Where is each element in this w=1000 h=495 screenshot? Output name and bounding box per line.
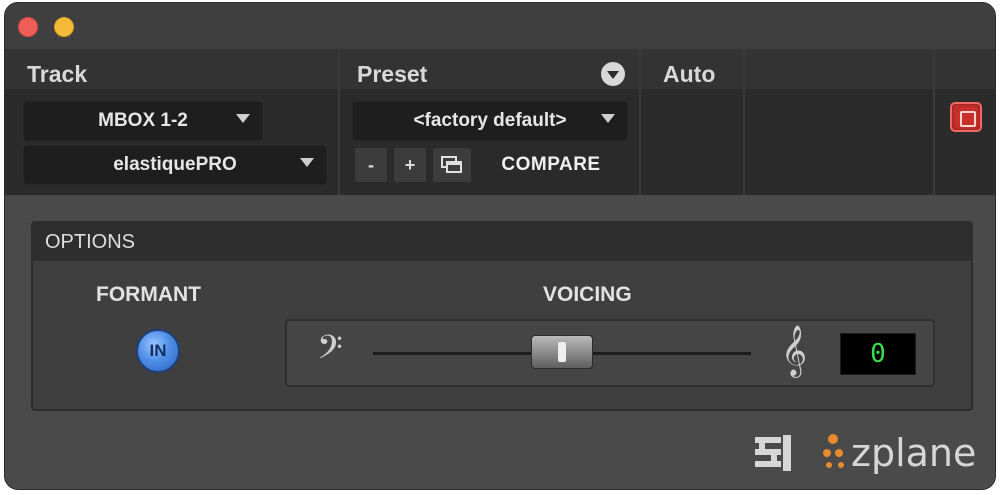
voicing-value: 0 [870,339,886,369]
algorithm-dropdown[interactable]: elastiquePRO [23,145,327,185]
bass-clef-icon: 𝄢 [317,329,343,375]
column-divider [743,49,745,195]
zplane-brand-text: zplane [851,431,977,475]
dropdown-arrow-icon [601,114,615,123]
preset-minus-label: - [368,154,374,175]
voicing-control: 𝄢 𝄞 0 [285,319,935,387]
voicing-slider-thumb[interactable] [531,335,593,369]
close-window-button[interactable] [18,17,38,37]
column-divider [338,49,340,195]
auto-label: Auto [663,61,716,87]
zplane-logo [823,434,844,468]
plugin-header: Track Preset Auto MBOX 1-2 elastiquePRO … [5,49,995,195]
options-panel: OPTIONS FORMANT IN VOICING 𝄢 𝄞 0 [31,221,973,411]
bypass-button[interactable] [950,102,982,132]
preset-dropdown[interactable]: <factory default> [352,101,628,141]
chevron-circle-down-icon[interactable] [601,62,625,86]
column-divider [933,49,935,195]
preset-label: Preset [357,61,428,87]
preset-plus-label: + [404,154,416,175]
dropdown-arrow-icon [236,114,250,123]
minimize-window-button[interactable] [54,17,74,37]
title-bar [5,3,995,49]
options-title: OPTIONS [33,223,971,261]
track-input-value: MBOX 1-2 [98,110,188,131]
formant-in-label: IN [149,341,167,360]
track-label: Track [27,61,88,87]
formant-in-button[interactable]: IN [136,329,180,373]
compare-label: COMPARE [501,154,601,175]
formant-label: FORMANT [96,283,201,306]
plugin-window: Track Preset Auto MBOX 1-2 elastiquePRO … [4,2,996,490]
copy-icon [441,156,462,173]
voicing-value-display[interactable]: 0 [840,333,916,375]
preset-value: <factory default> [413,110,567,131]
algorithm-value: elastiquePRO [113,154,237,175]
column-divider [639,49,641,195]
preset-previous-button[interactable]: - [354,147,388,183]
copy-settings-button[interactable] [432,147,472,183]
preset-next-button[interactable]: + [393,147,427,183]
dropdown-arrow-icon [300,158,314,167]
compare-button[interactable]: COMPARE [480,147,622,183]
header-label-band [5,49,995,89]
elastique-logo [753,433,793,473]
treble-clef-icon: 𝄞 [781,325,808,376]
track-input-dropdown[interactable]: MBOX 1-2 [23,101,263,141]
voicing-label: VOICING [543,283,632,306]
